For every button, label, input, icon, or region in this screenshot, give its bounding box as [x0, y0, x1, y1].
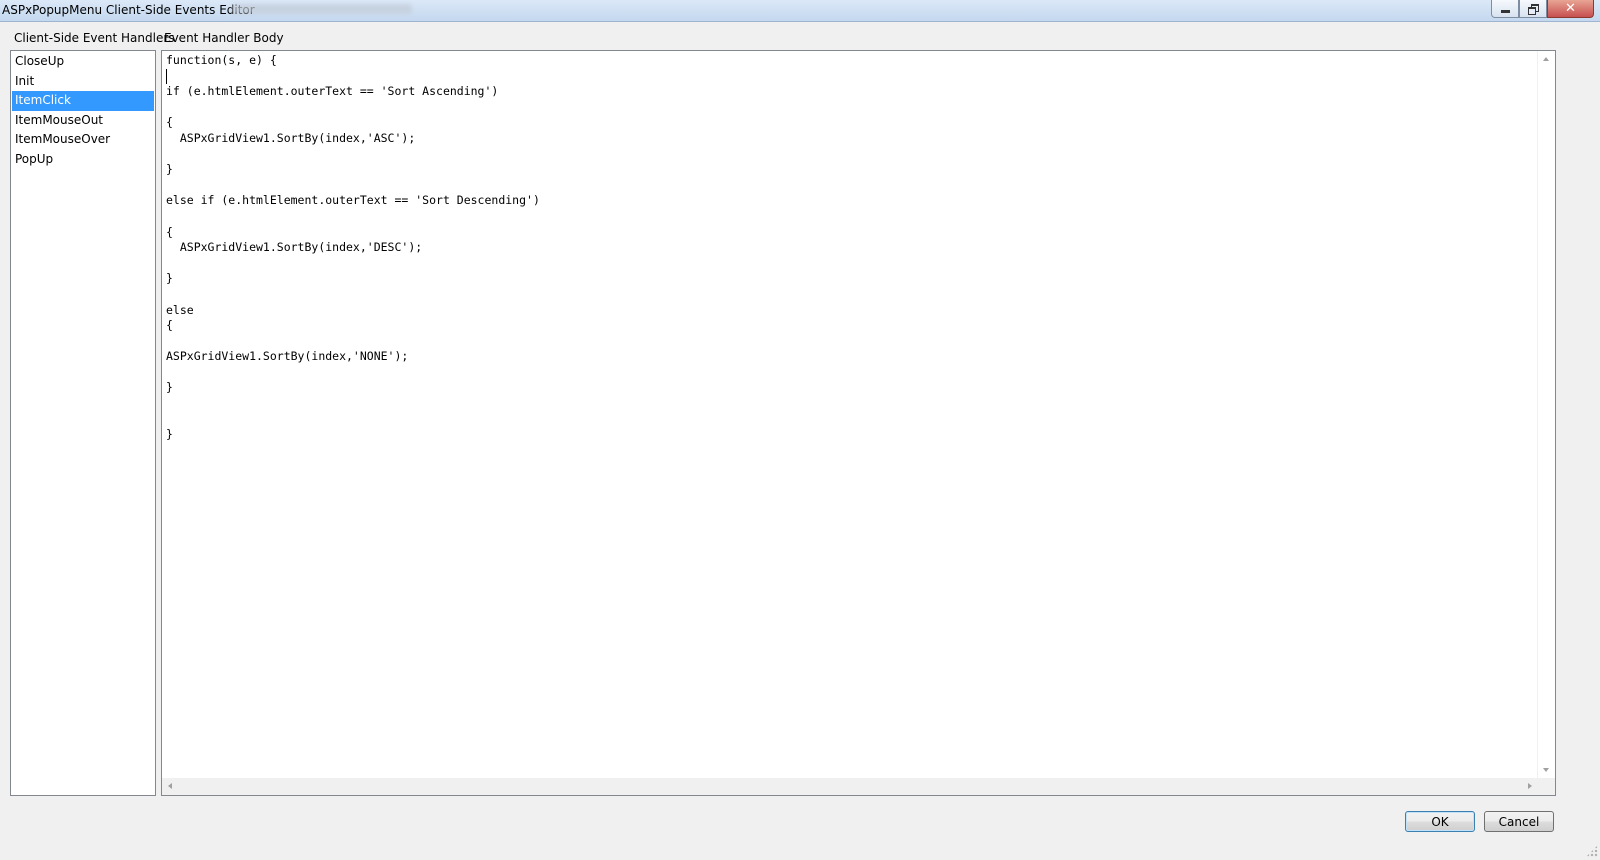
- restore-icon: [1528, 4, 1539, 15]
- window-title: ASPxPopupMenu Client-Side Events Editor: [2, 3, 255, 17]
- text-caret: [166, 69, 167, 84]
- handler-item-itemclick[interactable]: ItemClick: [12, 91, 154, 111]
- code-text[interactable]: function(s, e) { if (e.htmlElement.outer…: [166, 53, 1535, 777]
- handler-item-itemmouseover[interactable]: ItemMouseOver: [12, 130, 154, 150]
- resize-grip-icon[interactable]: [1586, 845, 1598, 857]
- vertical-scrollbar[interactable]: [1537, 51, 1555, 778]
- scroll-down-icon[interactable]: [1543, 768, 1549, 772]
- handler-item-closeup[interactable]: CloseUp: [12, 52, 154, 72]
- cancel-button[interactable]: Cancel: [1484, 811, 1554, 832]
- ok-button[interactable]: OK: [1405, 811, 1475, 832]
- handler-item-init[interactable]: Init: [12, 72, 154, 92]
- minimize-icon: [1500, 10, 1510, 13]
- horizontal-scrollbar[interactable]: [162, 778, 1538, 795]
- scroll-right-icon[interactable]: [1528, 783, 1532, 789]
- handler-item-itemmouseout[interactable]: ItemMouseOut: [12, 111, 154, 131]
- handler-body-editor[interactable]: function(s, e) { if (e.htmlElement.outer…: [161, 50, 1556, 796]
- scroll-left-icon[interactable]: [168, 783, 172, 789]
- title-bar: ASPxPopupMenu Client-Side Events Editor …: [0, 0, 1600, 22]
- close-button[interactable]: ✕: [1547, 0, 1594, 18]
- handler-body-header: Event Handler Body: [164, 31, 284, 45]
- handler-item-popup[interactable]: PopUp: [12, 150, 154, 170]
- window-controls: ✕: [1491, 0, 1594, 18]
- close-icon: ✕: [1565, 1, 1576, 16]
- scrollbar-corner: [1538, 778, 1555, 795]
- event-handler-list[interactable]: CloseUp Init ItemClick ItemMouseOut Item…: [10, 50, 156, 796]
- handlers-header: Client-Side Event Handlers: [14, 31, 175, 45]
- minimize-button[interactable]: [1491, 0, 1519, 18]
- restore-button[interactable]: [1519, 0, 1547, 18]
- background-window-title: [232, 4, 412, 14]
- scroll-up-icon[interactable]: [1543, 57, 1549, 61]
